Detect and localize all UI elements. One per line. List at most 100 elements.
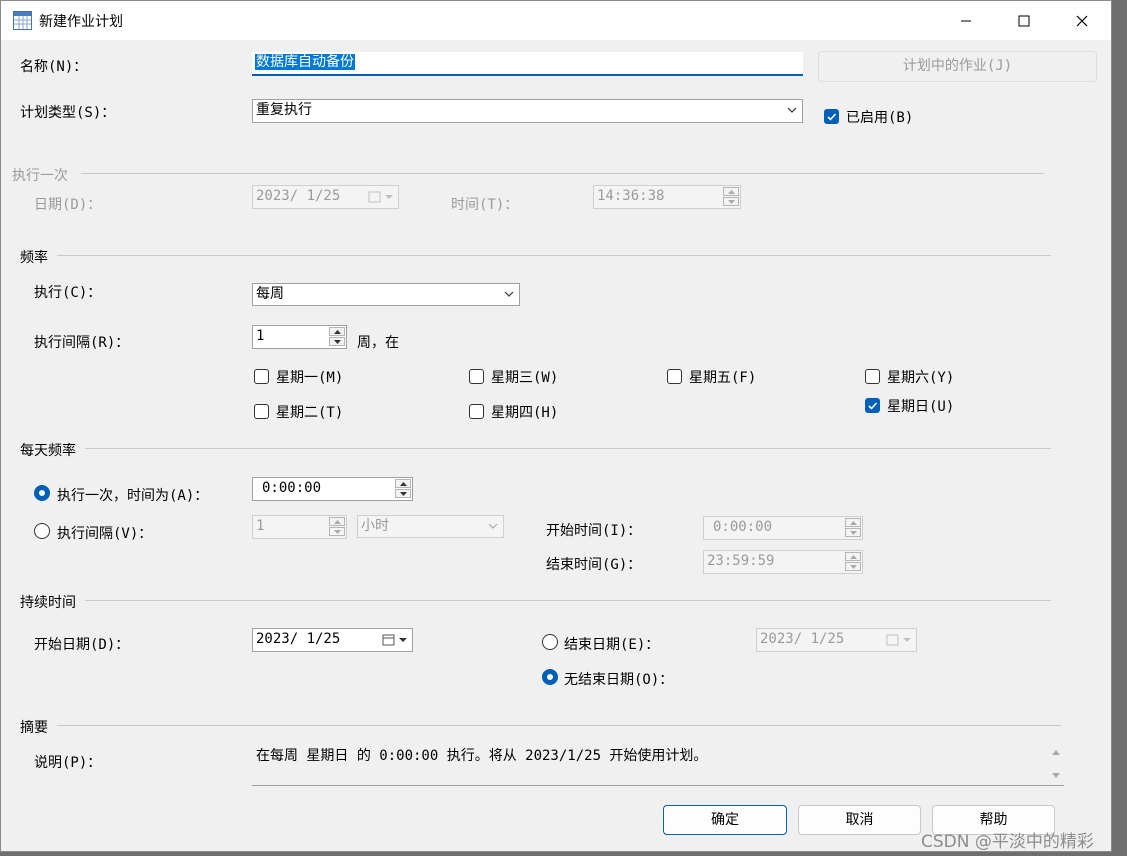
description-scrollbar[interactable] [1050, 747, 1062, 781]
chevron-down-icon [488, 523, 498, 529]
description-textarea[interactable]: 在每周 星期日 的 0:00:00 执行。将从 2023/1/25 开始使用计划… [252, 743, 1064, 786]
spin-buttons[interactable] [395, 479, 411, 499]
enabled-label: 已启用(B) [846, 110, 914, 126]
close-button[interactable] [1059, 1, 1105, 40]
once-time-value: 14:36:38 [597, 188, 665, 204]
chevron-down-icon [504, 291, 514, 297]
frequency-run-value: 每周 [256, 286, 284, 302]
spin-up-icon [400, 481, 407, 486]
schedule-type-select[interactable]: 重复执行 [252, 99, 803, 123]
spin-down-icon [334, 339, 341, 344]
frequency-run-select[interactable]: 每周 [252, 283, 520, 306]
frequency-interval-spinner[interactable]: 1 [252, 325, 347, 349]
once-date-value: 2023/ 1/25 [256, 188, 341, 204]
maximize-icon [1018, 15, 1030, 26]
end-time-spinner[interactable]: 23:59:59 [703, 550, 863, 574]
spin-buttons[interactable] [329, 327, 345, 347]
name-label: 名称(N)： [20, 59, 88, 75]
end-date-value: 2023/ 1/25 [760, 631, 845, 647]
divider [85, 448, 1051, 449]
spin-buttons[interactable] [723, 187, 739, 207]
thursday-checkbox[interactable] [469, 404, 484, 419]
description-value: 在每周 星期日 的 0:00:00 执行。将从 2023/1/25 开始使用计划… [256, 748, 708, 764]
daily-section-title: 每天频率 [20, 443, 76, 459]
divider [81, 173, 1044, 174]
scroll-arrows-icon [1052, 750, 1060, 778]
name-value: 数据库自动备份 [255, 54, 355, 70]
start-date-value: 2023/ 1/25 [256, 631, 341, 647]
daily-once-label: 执行一次，时间为(A)： [57, 488, 209, 504]
name-input[interactable]: 数据库自动备份 [252, 52, 803, 76]
thursday-label: 星期四(H) [491, 405, 559, 421]
daily-once-radio[interactable] [34, 485, 50, 501]
sunday-checkbox[interactable] [865, 398, 880, 413]
once-date-label: 日期(D)： [34, 197, 102, 213]
start-date-label: 开始日期(D)： [34, 637, 130, 653]
maximize-button[interactable] [1001, 1, 1047, 40]
checkmark-icon [827, 113, 837, 121]
tuesday-label: 星期二(T) [276, 405, 344, 421]
divider [57, 255, 1051, 256]
description-label: 说明(P)： [34, 755, 102, 771]
once-date-picker[interactable]: 2023/ 1/25 [252, 185, 399, 209]
once-time-label: 时间(T)： [451, 197, 519, 213]
dialog-window: 新建作业计划 名称(N)： 数据库自动备份 计划中的作业(J) 计划类型(S)：… [0, 0, 1112, 852]
frequency-section-title: 频率 [20, 250, 48, 266]
end-date-radio[interactable] [542, 634, 558, 650]
calendar-dropdown-icon [382, 634, 407, 646]
calendar-dropdown-icon [886, 634, 911, 646]
end-date-picker[interactable]: 2023/ 1/25 [756, 628, 917, 652]
daily-interval-radio[interactable] [34, 523, 50, 539]
daily-interval-value: 1 [256, 518, 265, 534]
daily-once-time-spinner[interactable]: 0:00:00 [252, 477, 413, 501]
enabled-checkbox[interactable] [824, 109, 839, 124]
schedule-type-value: 重复执行 [256, 102, 312, 118]
jobs-in-schedule-button[interactable]: 计划中的作业(J) [818, 51, 1097, 82]
wednesday-checkbox[interactable] [469, 369, 484, 384]
spin-up-icon [728, 189, 735, 194]
spin-buttons[interactable] [329, 517, 345, 537]
end-time-label: 结束时间(G)： [546, 557, 642, 573]
spin-down-icon [850, 530, 857, 535]
window-title: 新建作业计划 [39, 14, 123, 30]
start-date-picker[interactable]: 2023/ 1/25 [252, 628, 413, 652]
once-time-spinner[interactable]: 14:36:38 [593, 185, 741, 209]
minimize-button[interactable] [943, 1, 989, 40]
start-time-value: 0:00:00 [713, 519, 773, 535]
frequency-interval-value: 1 [256, 328, 265, 344]
spin-buttons[interactable] [845, 552, 861, 572]
spin-up-icon [334, 329, 341, 334]
spin-down-icon [334, 529, 341, 534]
frequency-interval-suffix: 周，在 [357, 335, 399, 351]
spin-down-icon [728, 199, 735, 204]
watermark-text: CSDN @平淡中的精彩 [921, 832, 1094, 852]
duration-section-title: 持续时间 [20, 595, 76, 611]
saturday-checkbox[interactable] [865, 369, 880, 384]
title-bar: 新建作业计划 [1, 1, 1111, 40]
spin-buttons[interactable] [845, 518, 861, 538]
checkmark-icon [868, 402, 878, 410]
sunday-label: 星期日(U) [887, 399, 955, 415]
divider [85, 600, 1051, 601]
calendar-dropdown-icon [368, 191, 393, 203]
tuesday-checkbox[interactable] [254, 404, 269, 419]
spin-up-icon [850, 520, 857, 525]
wednesday-label: 星期三(W) [491, 370, 559, 386]
spin-up-icon [850, 554, 857, 559]
spin-down-icon [850, 564, 857, 569]
daily-interval-unit-value: 小时 [361, 518, 389, 534]
start-time-spinner[interactable]: 0:00:00 [703, 516, 863, 540]
friday-checkbox[interactable] [667, 369, 682, 384]
ok-button[interactable]: 确定 [663, 805, 787, 835]
spin-up-icon [334, 519, 341, 524]
cancel-button[interactable]: 取消 [798, 805, 921, 835]
no-end-date-radio[interactable] [542, 669, 558, 685]
divider [57, 725, 1061, 726]
daily-interval-unit-select[interactable]: 小时 [357, 515, 504, 538]
chevron-down-icon [787, 107, 797, 113]
frequency-run-label: 执行(C)： [34, 285, 102, 301]
daily-interval-spinner[interactable]: 1 [252, 515, 347, 539]
frequency-interval-label: 执行间隔(R)： [34, 335, 130, 351]
monday-checkbox[interactable] [254, 369, 269, 384]
calendar-grid-icon [13, 11, 32, 30]
